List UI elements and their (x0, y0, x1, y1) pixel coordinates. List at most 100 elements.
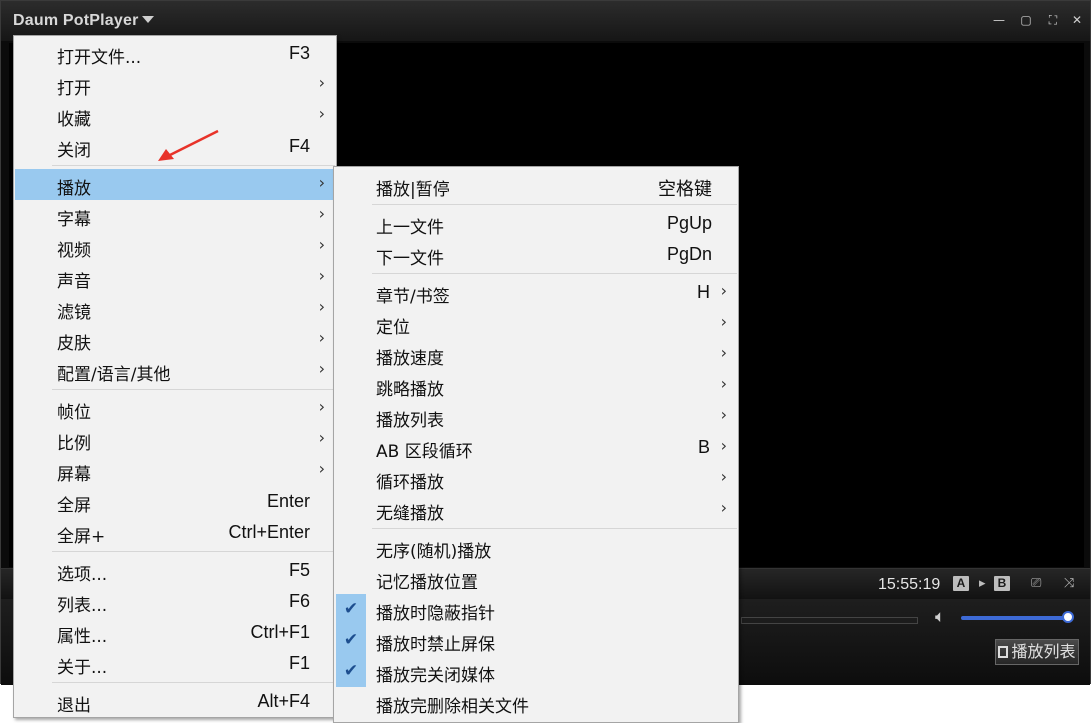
play-menu-item-4[interactable]: 定位 › (335, 308, 737, 339)
menu-item-label: 退出 (57, 696, 91, 716)
menu-item-label: 播放 (57, 179, 91, 199)
menu-item-label: 无缝播放 (376, 504, 444, 524)
play-menu-item-9[interactable]: 循环播放 › (335, 463, 737, 494)
menu-item-label: AB 区段循环 (376, 442, 473, 462)
play-menu-item-7[interactable]: 播放列表 › (335, 401, 737, 432)
close-button[interactable]: ✕ (1070, 13, 1084, 27)
chevron-right-icon: › (318, 104, 325, 123)
main-menu-item-13[interactable]: 屏幕 › (15, 455, 335, 486)
menu-item-shortcut: F4 (288, 136, 310, 156)
main-menu-item-6[interactable]: 视频 › (15, 231, 335, 262)
chevron-right-icon: › (318, 297, 325, 316)
main-menu-item-20[interactable]: 退出 Alt+F4 (15, 686, 335, 717)
play-submenu: 播放|暂停 空格键 上一文件 PgUp 下一文件 PgDn 章节/书签 H › 定位 › 播放速度 › 跳… (333, 166, 739, 723)
chevron-right-icon: › (318, 173, 325, 192)
menu-item-shortcut: PgDn (666, 244, 712, 264)
main-menu-item-8[interactable]: 滤镜 › (15, 293, 335, 324)
play-menu-item-5[interactable]: 播放速度 › (335, 339, 737, 370)
menu-item-shortcut: Ctrl+Enter (228, 522, 310, 542)
chevron-right-icon: › (720, 436, 727, 455)
play-menu-item-3[interactable]: 章节/书签 H › (335, 277, 737, 308)
chevron-right-icon: › (318, 73, 325, 92)
app-menu-button[interactable]: Daum PotPlayer (13, 12, 154, 30)
menu-item-label: 定位 (376, 318, 410, 338)
menu-item-label: 声音 (57, 272, 91, 292)
play-menu-item-15[interactable]: ✔ 播放完关闭媒体 (335, 656, 737, 687)
menu-item-label: 属性... (57, 627, 108, 647)
main-menu-item-11[interactable]: 帧位 › (15, 393, 335, 424)
play-menu-item-1[interactable]: 上一文件 PgUp (335, 208, 737, 239)
menu-separator (52, 682, 335, 683)
menu-item-label: 跳略播放 (376, 380, 444, 400)
menu-item-label: 全屏 (57, 496, 91, 516)
play-menu-item-2[interactable]: 下一文件 PgDn (335, 239, 737, 270)
play-menu-item-6[interactable]: 跳略播放 › (335, 370, 737, 401)
chevron-right-icon: › (720, 374, 727, 393)
menu-item-label: 播放速度 (376, 349, 444, 369)
checkmark-icon: ✔ (336, 594, 366, 625)
volume-slider[interactable] (961, 616, 1069, 620)
play-menu-item-12[interactable]: 记忆播放位置 (335, 563, 737, 594)
main-menu-item-19[interactable]: 关于... F1 (15, 648, 335, 679)
play-menu-item-13[interactable]: ✔ 播放时隐蔽指针 (335, 594, 737, 625)
main-menu-item-2[interactable]: 收藏 › (15, 100, 335, 131)
menu-item-label: 播放完关闭媒体 (376, 666, 495, 686)
main-menu-item-18[interactable]: 属性... Ctrl+F1 (15, 617, 335, 648)
menu-item-label: 记忆播放位置 (376, 573, 478, 593)
speaker-icon[interactable]: 🔈︎ (935, 607, 945, 627)
playlist-button-label: 播放列表 (1011, 642, 1076, 661)
maximize-button[interactable]: ▢ (1019, 13, 1033, 27)
play-menu-item-8[interactable]: AB 区段循环 B › (335, 432, 737, 463)
play-menu-item-10[interactable]: 无缝播放 › (335, 494, 737, 525)
play-menu-item-0[interactable]: 播放|暂停 空格键 (335, 170, 737, 201)
main-menu-item-17[interactable]: 列表... F6 (15, 586, 335, 617)
checkmark-icon: ✔ (336, 625, 366, 656)
play-menu-item-11[interactable]: 无序(随机)播放 (335, 532, 737, 563)
menu-item-shortcut: PgUp (666, 213, 712, 233)
b-point-icon[interactable]: B (994, 576, 1010, 591)
menu-item-label: 屏幕 (57, 465, 91, 485)
menu-item-label: 下一文件 (376, 249, 444, 269)
menu-separator (52, 389, 335, 390)
menu-item-label: 帧位 (57, 403, 91, 423)
menu-item-label: 配置/语言/其他 (57, 365, 171, 385)
main-menu-item-1[interactable]: 打开 › (15, 69, 335, 100)
menu-item-shortcut: F6 (288, 591, 310, 611)
checkmark-icon: ✔ (336, 656, 366, 687)
menu-item-label: 循环播放 (376, 473, 444, 493)
menu-item-label: 选项... (57, 565, 108, 585)
chevron-right-icon: › (318, 266, 325, 285)
main-menu-item-9[interactable]: 皮肤 › (15, 324, 335, 355)
menu-separator (372, 204, 737, 205)
main-menu-item-4[interactable]: 播放 › (15, 169, 335, 200)
main-menu-item-10[interactable]: 配置/语言/其他 › (15, 355, 335, 386)
menu-item-label: 打开文件... (57, 48, 142, 68)
main-menu-item-15[interactable]: 全屏+ Ctrl+Enter (15, 517, 335, 548)
menu-item-shortcut: 空格键 (658, 179, 712, 199)
menu-item-label: 播放完删除相关文件 (376, 697, 529, 717)
main-menu-item-0[interactable]: 打开文件... F3 (15, 38, 335, 69)
main-menu-item-16[interactable]: 选项... F5 (15, 555, 335, 586)
main-menu-item-7[interactable]: 声音 › (15, 262, 335, 293)
menu-item-label: 字幕 (57, 210, 91, 230)
fullscreen-button[interactable]: ⛶ (1046, 13, 1060, 27)
main-menu-item-12[interactable]: 比例 › (15, 424, 335, 455)
chevron-right-icon: › (720, 312, 727, 331)
playlist-button[interactable]: 播放列表 (995, 639, 1079, 665)
play-menu-item-16[interactable]: 播放完删除相关文件 (335, 687, 737, 718)
chevron-right-icon: › (318, 359, 325, 378)
a-point-icon[interactable]: A (953, 576, 969, 591)
menu-item-label: 播放列表 (376, 411, 444, 431)
play-menu-item-14[interactable]: ✔ 播放时禁止屏保 (335, 625, 737, 656)
list-icon (998, 646, 1009, 658)
chevron-right-icon: › (318, 235, 325, 254)
screen-cast-icon[interactable]: ⎚ (1031, 576, 1041, 591)
volume-knob[interactable] (1062, 611, 1074, 623)
seek-bar[interactable] (741, 617, 918, 624)
main-menu-item-14[interactable]: 全屏 Enter (15, 486, 335, 517)
main-menu-item-5[interactable]: 字幕 › (15, 200, 335, 231)
minimize-button[interactable]: — (992, 13, 1006, 27)
chevron-right-icon: › (720, 281, 727, 300)
menu-item-label: 播放时隐蔽指针 (376, 604, 495, 624)
shuffle-icon[interactable]: ⤨ (1064, 576, 1074, 591)
